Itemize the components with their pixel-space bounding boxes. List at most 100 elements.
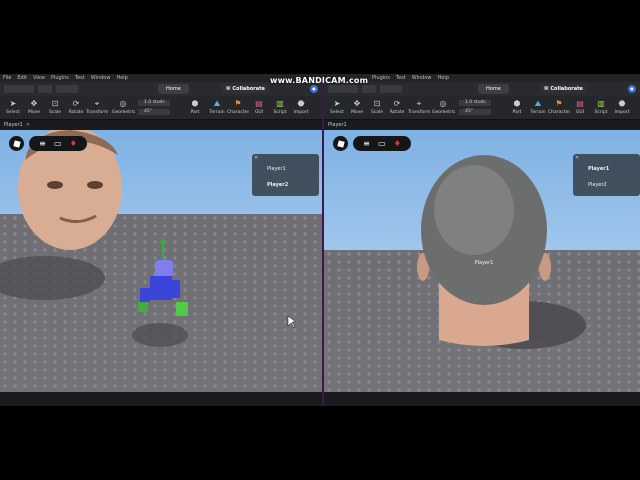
undo-button[interactable]	[362, 85, 376, 93]
chat-icon[interactable]: ▭	[378, 139, 386, 148]
microphone-icon[interactable]: ♦	[394, 139, 401, 148]
roblox-menu-button[interactable]	[333, 136, 348, 151]
tool-scale[interactable]: ⊡ Scale	[44, 99, 66, 115]
hamburger-icon[interactable]: ≡	[363, 139, 370, 148]
player-list-item[interactable]: Player1	[588, 166, 609, 172]
import-icon: ⬣	[297, 99, 305, 108]
tool-scale[interactable]: ⊡ Scale	[366, 99, 388, 115]
menu-window[interactable]: Window	[412, 74, 432, 82]
document-tab[interactable]: Player1	[4, 122, 23, 128]
avatar-shadow	[132, 323, 188, 347]
tool-rotate[interactable]: ⟳ Rotate	[65, 99, 87, 115]
cursor-icon: ➤	[333, 99, 341, 108]
scale-icon: ⊡	[373, 99, 381, 108]
screen-root: File Edit View Plugins Test Window Help …	[0, 0, 640, 480]
avatar-arm	[140, 288, 150, 302]
gui-icon: ▤	[255, 99, 263, 108]
tool-select[interactable]: ➤ Select	[2, 99, 24, 115]
tool-character[interactable]: ⚑ Character	[227, 99, 249, 115]
player-list-item[interactable]: Player2	[267, 182, 288, 188]
roblox-logo-icon	[12, 139, 21, 148]
menu-help[interactable]: Help	[116, 74, 127, 82]
player-list: ✕ Player1 Player2	[573, 154, 640, 196]
topbar-controls: ≡ ▭ ♦	[353, 136, 411, 151]
giant-head-eye	[47, 181, 63, 189]
avatar-hand	[138, 302, 148, 312]
rotate-snap-field[interactable]: 45°	[459, 109, 491, 115]
tool-terrain[interactable]: ⛰ Terrain	[527, 99, 549, 115]
close-icon[interactable]: ✕	[575, 155, 579, 161]
menu-file[interactable]: File	[3, 74, 11, 82]
close-icon[interactable]: ✕	[254, 155, 258, 161]
collaborate-button[interactable]: ⌘ Collaborate	[222, 84, 269, 94]
part-icon: ⬢	[513, 99, 521, 108]
tab-home[interactable]: Home	[158, 84, 189, 94]
play-dropdown[interactable]	[56, 85, 78, 93]
geometric-icon: ◎	[439, 99, 447, 108]
search-field[interactable]	[328, 85, 358, 93]
menu-plugins[interactable]: Plugins	[372, 74, 390, 82]
close-icon[interactable]: ✕	[26, 122, 30, 128]
tool-geometric[interactable]: ◎ Geometric	[112, 99, 136, 115]
avatar-head	[155, 260, 173, 278]
collaborate-button[interactable]: ⌘ Collaborate	[540, 84, 587, 94]
script-icon: ▥	[276, 99, 284, 108]
tool-part[interactable]: ⬢ Part	[184, 99, 206, 115]
menu-view[interactable]: View	[33, 74, 45, 82]
hamburger-icon[interactable]: ≡	[39, 139, 46, 148]
character-icon: ⚑	[555, 99, 563, 108]
move-snap-field[interactable]: 1.0 studs	[138, 100, 170, 106]
menu-edit[interactable]: Edit	[17, 74, 27, 82]
move-snap-field[interactable]: 1.0 studs	[459, 100, 491, 106]
tab-home[interactable]: Home	[478, 84, 509, 94]
document-tab[interactable]: Player1	[328, 122, 347, 128]
avatar-arm	[172, 280, 180, 298]
search-field[interactable]	[4, 85, 34, 93]
rotate-snap-field[interactable]: 45°	[138, 109, 170, 115]
character-icon: ⚑	[234, 99, 242, 108]
tool-character[interactable]: ⚑ Character	[548, 99, 570, 115]
tool-geometric[interactable]: ◎ Geometric	[432, 99, 456, 115]
tool-terrain[interactable]: ⛰ Terrain	[206, 99, 228, 115]
transform-icon: ⌖	[94, 99, 100, 108]
microphone-icon[interactable]: ♦	[70, 139, 77, 148]
tool-rotate[interactable]: ⟳ Rotate	[386, 99, 408, 115]
tool-gui[interactable]: ▤ GUI	[248, 99, 270, 115]
user-avatar-icon[interactable]: ●	[628, 85, 636, 93]
game-viewport[interactable]: ≡ ▭ ♦ ✕ Player1 Player2	[0, 130, 322, 392]
menu-plugins[interactable]: Plugins	[51, 74, 69, 82]
move-gizmo-arrow	[159, 238, 167, 244]
chat-icon[interactable]: ▭	[54, 139, 62, 148]
document-tab-bar: Player1	[324, 120, 640, 130]
tool-part[interactable]: ⬢ Part	[506, 99, 528, 115]
tool-import[interactable]: ⬣ Import	[611, 99, 633, 115]
tool-gui[interactable]: ▤ GUI	[569, 99, 591, 115]
user-avatar-icon[interactable]: ●	[310, 85, 318, 93]
roblox-menu-button[interactable]	[9, 136, 24, 151]
undo-button[interactable]	[38, 85, 52, 93]
tool-import[interactable]: ⬣ Import	[290, 99, 312, 115]
avatar-leg	[176, 302, 188, 316]
play-dropdown[interactable]	[380, 85, 402, 93]
tool-script[interactable]: ▥ Script	[269, 99, 291, 115]
game-viewport[interactable]: Player1 ≡ ▭ ♦ ✕ Player1 Player2	[324, 130, 640, 392]
menu-help[interactable]: Help	[438, 74, 449, 82]
player-list-item[interactable]: Player1	[267, 166, 286, 172]
menu-window[interactable]: Window	[91, 74, 111, 82]
tool-move[interactable]: ✥ Move	[346, 99, 368, 115]
tool-script[interactable]: ▥ Script	[590, 99, 612, 115]
document-tab-bar: Player1 ✕	[0, 120, 322, 130]
tool-transform[interactable]: ⌖ Transform	[408, 99, 430, 115]
player-list-item[interactable]: Player2	[588, 182, 607, 188]
rotate-icon: ⟳	[72, 99, 80, 108]
menu-test[interactable]: Test	[75, 74, 85, 82]
tool-move[interactable]: ✥ Move	[23, 99, 45, 115]
player-nameplate: Player1	[475, 260, 494, 266]
tool-select[interactable]: ➤ Select	[326, 99, 348, 115]
tool-transform[interactable]: ⌖ Transform	[86, 99, 108, 115]
menu-test[interactable]: Test	[396, 74, 406, 82]
topbar-controls: ≡ ▭ ♦	[29, 136, 87, 151]
geometric-icon: ◎	[119, 99, 127, 108]
status-bar	[324, 392, 640, 406]
ribbon-toolbar: ➤ Select ✥ Move ⊡ Scale ⟳ Rotate ⌖ Transform …	[0, 96, 322, 120]
